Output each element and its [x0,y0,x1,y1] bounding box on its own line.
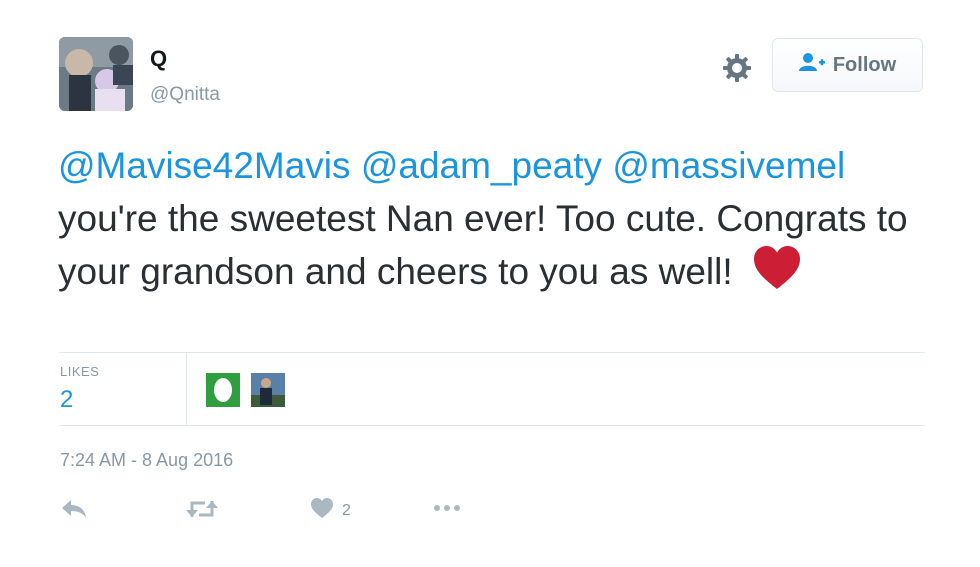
timestamp[interactable]: 7:24 AM - 8 Aug 2016 [60,450,233,471]
divider-bottom [59,425,925,426]
user-handle[interactable]: @Qnitta [150,84,220,106]
follow-button-label: Follow [832,53,897,76]
more-button[interactable] [432,497,462,524]
tweet-text: @Mavise42Mavis @adam_peaty @massivemel y… [58,139,938,304]
mention-link[interactable]: @adam_peaty [361,145,602,186]
heart-icon [310,497,334,524]
avatar[interactable] [59,37,133,111]
add-user-icon [798,52,825,78]
like-count: 2 [342,501,351,519]
stats-divider [186,352,187,425]
divider-top [59,352,925,353]
more-options-icon [432,497,462,524]
liker-avatar[interactable] [206,373,240,407]
like-button[interactable]: 2 [310,497,351,524]
gear-icon[interactable] [721,52,753,84]
follow-button[interactable]: Follow [772,38,923,92]
liker-avatar[interactable] [251,373,285,407]
display-name[interactable]: Q [150,46,167,72]
likes-label: LIKES [60,364,100,379]
retweet-button[interactable] [185,497,219,526]
mention-link[interactable]: @Mavise42Mavis [58,145,351,186]
mention-link[interactable]: @massivemel [612,145,845,186]
retweet-icon [185,497,219,526]
reply-icon [60,497,88,526]
red-heart-emoji [753,246,801,304]
likes-count[interactable]: 2 [60,386,73,414]
reply-button[interactable] [60,497,88,526]
